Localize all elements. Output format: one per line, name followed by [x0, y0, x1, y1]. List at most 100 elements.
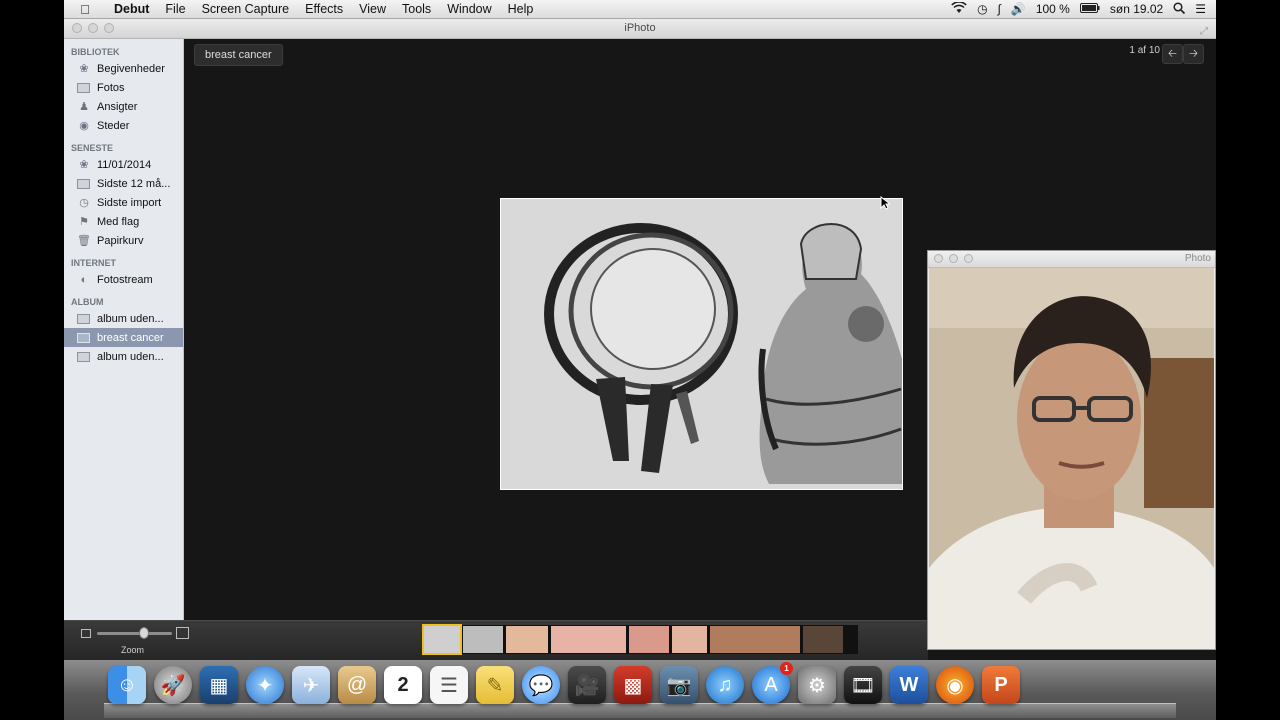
status-area: ◷ ∫ 🔊 100 % søn 19.02 ☰ [951, 0, 1216, 17]
menu-bar:  Debut File Screen Capture Effects View… [64, 0, 1216, 19]
palm-tree-icon: ❀ [79, 62, 89, 75]
filmstrip-thumb[interactable] [803, 626, 843, 653]
sidebar-item-faces[interactable]: ♟ Ansigter [64, 97, 183, 116]
firefox-icon[interactable]: ◉ [936, 666, 974, 704]
dock: ☺ 🚀 ▦ ✦ ✈ @ 2 ☰ ✎ 💬 🎥 ▩ 📷 ♫ A1 ⚙ 🎞 W ◉ P [64, 660, 1216, 720]
volume-icon[interactable]: 🔊 [1011, 2, 1026, 16]
filmstrip-thumb[interactable] [672, 626, 707, 653]
filmstrip-thumb[interactable] [506, 626, 548, 653]
launchpad-icon[interactable]: 🚀 [154, 666, 192, 704]
sidebar-item-photostream[interactable]: ◐ Fotostream [64, 270, 183, 289]
dock-shelf [104, 703, 1176, 718]
window-title: iPhoto [624, 22, 656, 34]
battery-percent[interactable]: 100 % [1036, 2, 1070, 16]
sidebar: BIBLIOTEK ❀ Begivenheder Fotos ♟ Ansigter … [64, 39, 184, 620]
zoom-button[interactable] [964, 254, 973, 263]
minimize-button[interactable] [88, 23, 98, 33]
filmstrip-thumb[interactable] [710, 626, 800, 653]
webcam-window-controls [934, 254, 973, 263]
safari-icon[interactable]: ✦ [246, 666, 284, 704]
album-breadcrumb-button[interactable]: breast cancer [194, 44, 283, 66]
contacts-icon[interactable]: @ [338, 666, 376, 704]
zoom-button[interactable] [104, 23, 114, 33]
sidebar-heading-album: ALBUM [71, 297, 104, 307]
left-letterbox [0, 0, 64, 720]
selected-photo[interactable] [500, 198, 903, 490]
mission-control-icon[interactable]: ▦ [200, 666, 238, 704]
webcam-video [929, 268, 1214, 649]
filmstrip-thumb[interactable] [551, 626, 626, 653]
person-icon: ♟ [79, 100, 89, 113]
zoom-slider[interactable] [97, 632, 172, 635]
wifi-icon[interactable] [951, 0, 967, 17]
system-preferences-icon[interactable]: ⚙ [798, 666, 836, 704]
reminders-icon[interactable]: ☰ [430, 666, 468, 704]
mouse-cursor-icon [880, 196, 890, 210]
menu-help[interactable]: Help [500, 2, 542, 16]
notes-icon[interactable]: ✎ [476, 666, 514, 704]
word-icon[interactable]: W [890, 666, 928, 704]
sidebar-item-photos[interactable]: Fotos [64, 78, 183, 97]
zoom-slider-thumb[interactable] [139, 627, 149, 639]
bottom-toolbar: Zoom [64, 620, 928, 661]
previous-photo-button[interactable]: 🡠 [1162, 44, 1183, 64]
spotlight-icon[interactable] [1173, 1, 1186, 17]
facetime-icon[interactable]: 🎥 [568, 666, 606, 704]
album-icon [77, 178, 90, 189]
messages-icon[interactable]: 💬 [522, 666, 560, 704]
calendar-icon[interactable]: 2 [384, 666, 422, 704]
next-photo-button[interactable]: 🡢 [1183, 44, 1204, 64]
finder-icon[interactable]: ☺ [108, 666, 146, 704]
webcam-overlay-window[interactable]: Photo [927, 250, 1216, 650]
sidebar-item-places[interactable]: ◉ Steder [64, 116, 183, 135]
album-icon [77, 351, 90, 362]
menu-screen-capture[interactable]: Screen Capture [194, 2, 298, 16]
sidebar-heading-recent: SENESTE [71, 143, 114, 153]
iphoto-icon[interactable]: 📷 [660, 666, 698, 704]
sidebar-item-last-12-months[interactable]: Sidste 12 må... [64, 174, 183, 193]
filmstrip-thumb[interactable] [463, 626, 503, 653]
sidebar-heading-library: BIBLIOTEK [71, 47, 120, 57]
close-button[interactable] [934, 254, 943, 263]
sidebar-item-breast-cancer[interactable]: breast cancer [64, 328, 183, 347]
itunes-icon[interactable]: ♫ [706, 666, 744, 704]
sidebar-item-flagged[interactable]: ⚑ Med flag [64, 212, 183, 231]
apple-menu-icon[interactable]:  [64, 2, 106, 17]
filmstrip[interactable] [422, 624, 858, 655]
time-machine-icon[interactable]: ◷ [977, 2, 987, 16]
clock[interactable]: søn 19.02 [1110, 2, 1163, 16]
sidebar-item-recent-event[interactable]: ❀ 11/01/2014 [64, 155, 183, 174]
album-icon [77, 313, 90, 324]
arrow-right-icon: 🡢 [1189, 48, 1198, 60]
powerpoint-icon[interactable]: P [982, 666, 1020, 704]
sidebar-item-events[interactable]: ❀ Begivenheder [64, 59, 183, 78]
dock-icons: ☺ 🚀 ▦ ✦ ✈ @ 2 ☰ ✎ 💬 🎥 ▩ 📷 ♫ A1 ⚙ 🎞 W ◉ P [108, 662, 1020, 704]
sidebar-item-last-import[interactable]: ◷ Sidste import [64, 193, 183, 212]
menu-tools[interactable]: Tools [394, 2, 439, 16]
sidebar-item-album-1[interactable]: album uden... [64, 309, 183, 328]
app-store-icon[interactable]: A1 [752, 662, 793, 704]
photo-booth-icon[interactable]: ▩ [614, 666, 652, 704]
battery-icon[interactable] [1079, 2, 1100, 16]
bluetooth-icon[interactable]: ∫ [998, 2, 1001, 16]
menu-effects[interactable]: Effects [297, 2, 351, 16]
debut-icon[interactable]: 🎞 [844, 666, 882, 704]
sidebar-item-album-2[interactable]: album uden... [64, 347, 183, 366]
flag-icon: ⚑ [79, 215, 89, 228]
sidebar-item-trash[interactable]: 🗑 Papirkurv [64, 231, 183, 250]
zoom-out-icon[interactable] [81, 629, 91, 638]
menu-app-name[interactable]: Debut [106, 2, 157, 16]
filmstrip-thumb[interactable] [422, 624, 462, 655]
close-button[interactable] [72, 23, 82, 33]
filmstrip-thumb[interactable] [629, 626, 669, 653]
menu-view[interactable]: View [351, 2, 394, 16]
photos-icon [77, 82, 90, 93]
arrow-left-icon: 🡠 [1168, 48, 1177, 60]
menu-window[interactable]: Window [439, 2, 499, 16]
mail-icon[interactable]: ✈ [292, 666, 330, 704]
zoom-in-icon[interactable] [176, 627, 189, 639]
webcam-titlebar: Photo [928, 251, 1215, 268]
minimize-button[interactable] [949, 254, 958, 263]
menu-file[interactable]: File [157, 2, 193, 16]
notification-center-icon[interactable]: ☰ [1195, 2, 1206, 16]
